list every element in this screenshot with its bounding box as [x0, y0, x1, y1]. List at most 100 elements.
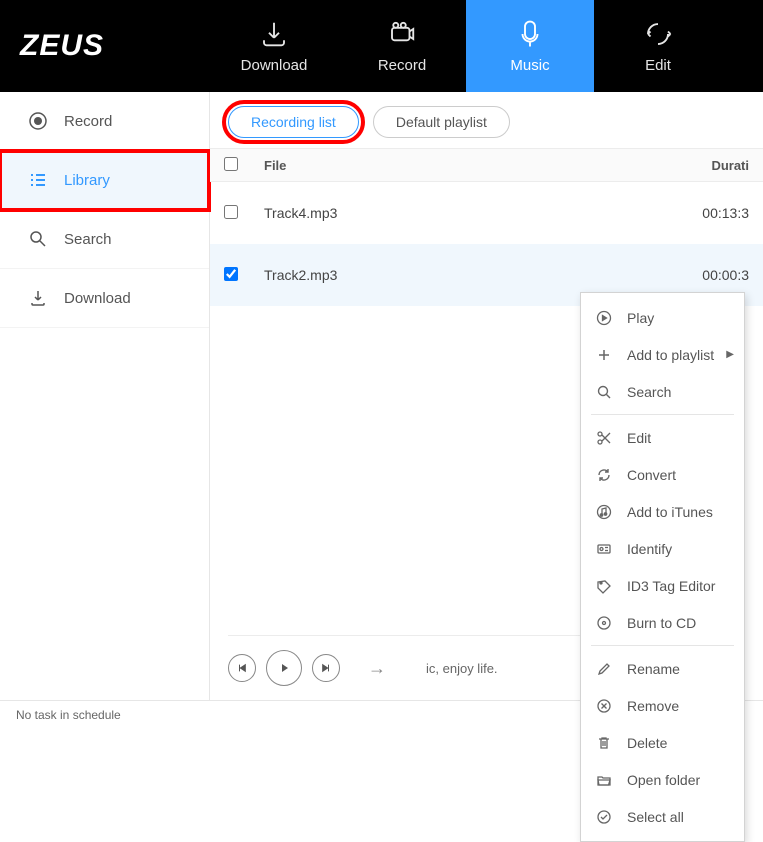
sidebar-item-record[interactable]: Record [0, 92, 209, 151]
menu-rename[interactable]: Rename [581, 650, 744, 687]
status-text: No task in schedule [16, 708, 121, 722]
sidebar-item-label: Download [64, 290, 131, 307]
pill-label: Default playlist [396, 114, 487, 130]
menu-identify[interactable]: Identify [581, 530, 744, 567]
sidebar: Record Library Search Download [0, 92, 210, 700]
plus-icon [595, 346, 613, 364]
menu-label: Rename [627, 661, 680, 677]
menu-label: Select all [627, 809, 684, 825]
sidebar-item-library[interactable]: Library [0, 151, 209, 210]
menu-label: Add to playlist [627, 347, 714, 363]
scissors-icon [595, 429, 613, 447]
nav-tabs: Download Record Music Edit [210, 0, 763, 92]
menu-label: Delete [627, 735, 667, 751]
play-icon [595, 309, 613, 327]
itunes-icon [595, 503, 613, 521]
nav-tab-music[interactable]: Music [466, 0, 594, 92]
menu-search[interactable]: Search [581, 373, 744, 410]
menu-separator [591, 414, 734, 415]
nav-tab-label: Music [510, 57, 549, 74]
menu-add-playlist[interactable]: Add to playlist ▶ [581, 336, 744, 373]
menu-label: Burn to CD [627, 615, 696, 631]
content-area: Recording list Default playlist File Dur… [210, 92, 763, 700]
menu-label: Edit [627, 430, 651, 446]
nav-tab-label: Record [378, 57, 426, 74]
edit-icon [643, 19, 673, 49]
header-file[interactable]: File [264, 158, 694, 173]
header-checkbox-col [224, 157, 264, 174]
menu-label: Remove [627, 698, 679, 714]
table-row[interactable]: Track4.mp3 00:13:3 [210, 182, 763, 244]
sidebar-item-download[interactable]: Download [0, 269, 209, 328]
menu-burn[interactable]: Burn to CD [581, 604, 744, 641]
sidebar-item-label: Search [64, 231, 112, 248]
menu-open-folder[interactable]: Open folder [581, 761, 744, 798]
nav-tab-label: Download [241, 57, 308, 74]
record-icon [387, 19, 417, 49]
menu-label: Add to iTunes [627, 504, 713, 520]
menu-label: Convert [627, 467, 676, 483]
select-all-checkbox[interactable] [224, 157, 238, 171]
menu-play[interactable]: Play [581, 299, 744, 336]
nav-tab-record[interactable]: Record [338, 0, 466, 92]
context-menu: Play Add to playlist ▶ Search Edit Conve… [580, 292, 745, 842]
file-cell: Track4.mp3 [264, 205, 694, 221]
convert-icon [595, 466, 613, 484]
menu-convert[interactable]: Convert [581, 456, 744, 493]
sidebar-item-label: Record [64, 113, 112, 130]
pill-recording-list[interactable]: Recording list [228, 106, 359, 138]
menu-select-all[interactable]: Select all [581, 798, 744, 835]
file-cell: Track2.mp3 [264, 267, 694, 283]
main-area: Record Library Search Download Recording… [0, 92, 763, 700]
menu-label: Identify [627, 541, 672, 557]
menu-add-itunes[interactable]: Add to iTunes [581, 493, 744, 530]
nav-tab-label: Edit [645, 57, 671, 74]
app-logo: ZEUS [0, 0, 210, 92]
row-checkbox[interactable] [224, 205, 238, 219]
play-button[interactable] [266, 650, 302, 686]
search-icon [28, 229, 48, 249]
app-header: ZEUS Download Record Music Edit [0, 0, 763, 92]
menu-remove[interactable]: Remove [581, 687, 744, 724]
arrow-icon: → [368, 658, 386, 679]
menu-id3[interactable]: ID3 Tag Editor [581, 567, 744, 604]
folder-icon [595, 771, 613, 789]
search-icon [595, 383, 613, 401]
check-icon [595, 808, 613, 826]
menu-label: Play [627, 310, 654, 326]
sidebar-item-search[interactable]: Search [0, 210, 209, 269]
duration-cell: 00:13:3 [694, 205, 749, 221]
pill-label: Recording list [251, 114, 336, 130]
pencil-icon [595, 660, 613, 678]
pill-row: Recording list Default playlist [210, 92, 763, 148]
menu-edit[interactable]: Edit [581, 419, 744, 456]
nav-tab-edit[interactable]: Edit [594, 0, 722, 92]
menu-label: ID3 Tag Editor [627, 578, 715, 594]
menu-label: Search [627, 384, 671, 400]
cd-icon [595, 614, 613, 632]
library-icon [28, 170, 48, 190]
remove-icon [595, 697, 613, 715]
record-dot-icon [28, 111, 48, 131]
identify-icon [595, 540, 613, 558]
tag-icon [595, 577, 613, 595]
table-header: File Durati [210, 148, 763, 182]
trash-icon [595, 734, 613, 752]
duration-cell: 00:00:3 [694, 267, 749, 283]
music-icon [515, 19, 545, 49]
row-checkbox[interactable] [224, 267, 238, 281]
download-icon [259, 19, 289, 49]
logo-text: ZEUS [20, 29, 104, 63]
prev-button[interactable] [228, 654, 256, 682]
download-icon [28, 288, 48, 308]
menu-delete[interactable]: Delete [581, 724, 744, 761]
menu-separator [591, 645, 734, 646]
sidebar-item-label: Library [64, 172, 110, 189]
play-controls [228, 650, 340, 686]
next-button[interactable] [312, 654, 340, 682]
nav-tab-download[interactable]: Download [210, 0, 338, 92]
submenu-arrow-icon: ▶ [726, 349, 734, 360]
header-duration[interactable]: Durati [694, 158, 749, 173]
pill-default-playlist[interactable]: Default playlist [373, 106, 510, 138]
menu-label: Open folder [627, 772, 700, 788]
